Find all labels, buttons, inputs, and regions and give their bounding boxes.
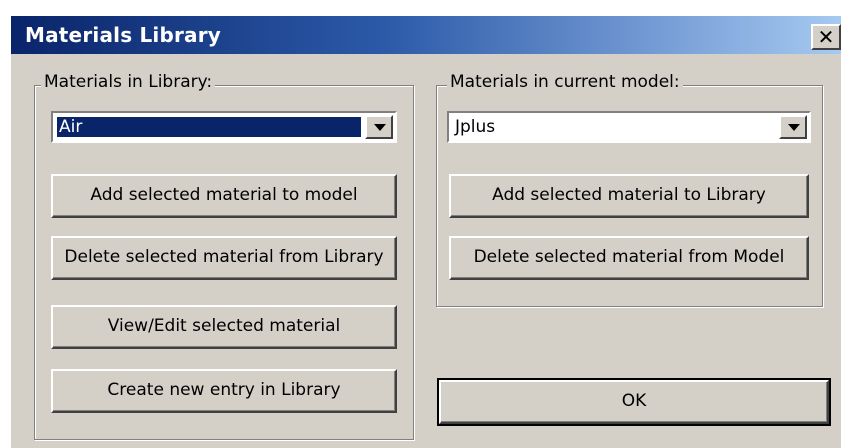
add-to-model-button[interactable]: Add selected material to model <box>51 174 397 218</box>
library-material-select[interactable]: Air <box>51 111 397 143</box>
window-title: Materials Library <box>25 23 222 47</box>
ok-button[interactable]: OK <box>437 378 831 426</box>
delete-from-model-button[interactable]: Delete selected material from Model <box>449 236 809 280</box>
create-library-entry-button[interactable]: Create new entry in Library <box>51 369 397 413</box>
library-dropdown-button[interactable] <box>365 115 393 139</box>
view-edit-material-button[interactable]: View/Edit selected material <box>51 305 397 349</box>
model-material-select[interactable]: Jplus <box>447 111 811 143</box>
materials-library-dialog: Materials Library ✕ Materials in Library… <box>9 14 841 448</box>
close-button[interactable]: ✕ <box>811 24 841 50</box>
library-group-label: Materials in Library: <box>41 72 216 92</box>
library-selected-value: Air <box>57 117 361 137</box>
model-group-label: Materials in current model: <box>447 72 683 92</box>
title-bar[interactable]: Materials Library ✕ <box>11 16 841 54</box>
model-group: Materials in current model: Jplus Add se… <box>436 72 823 307</box>
library-group: Materials in Library: Air Add selected m… <box>34 72 414 440</box>
model-selected-value: Jplus <box>455 117 496 137</box>
chevron-down-icon <box>788 124 800 131</box>
close-icon: ✕ <box>817 25 835 49</box>
delete-from-library-button[interactable]: Delete selected material from Library <box>51 236 397 280</box>
chevron-down-icon <box>374 124 386 131</box>
model-dropdown-button[interactable] <box>779 115 807 139</box>
add-to-library-button[interactable]: Add selected material to Library <box>449 174 809 218</box>
